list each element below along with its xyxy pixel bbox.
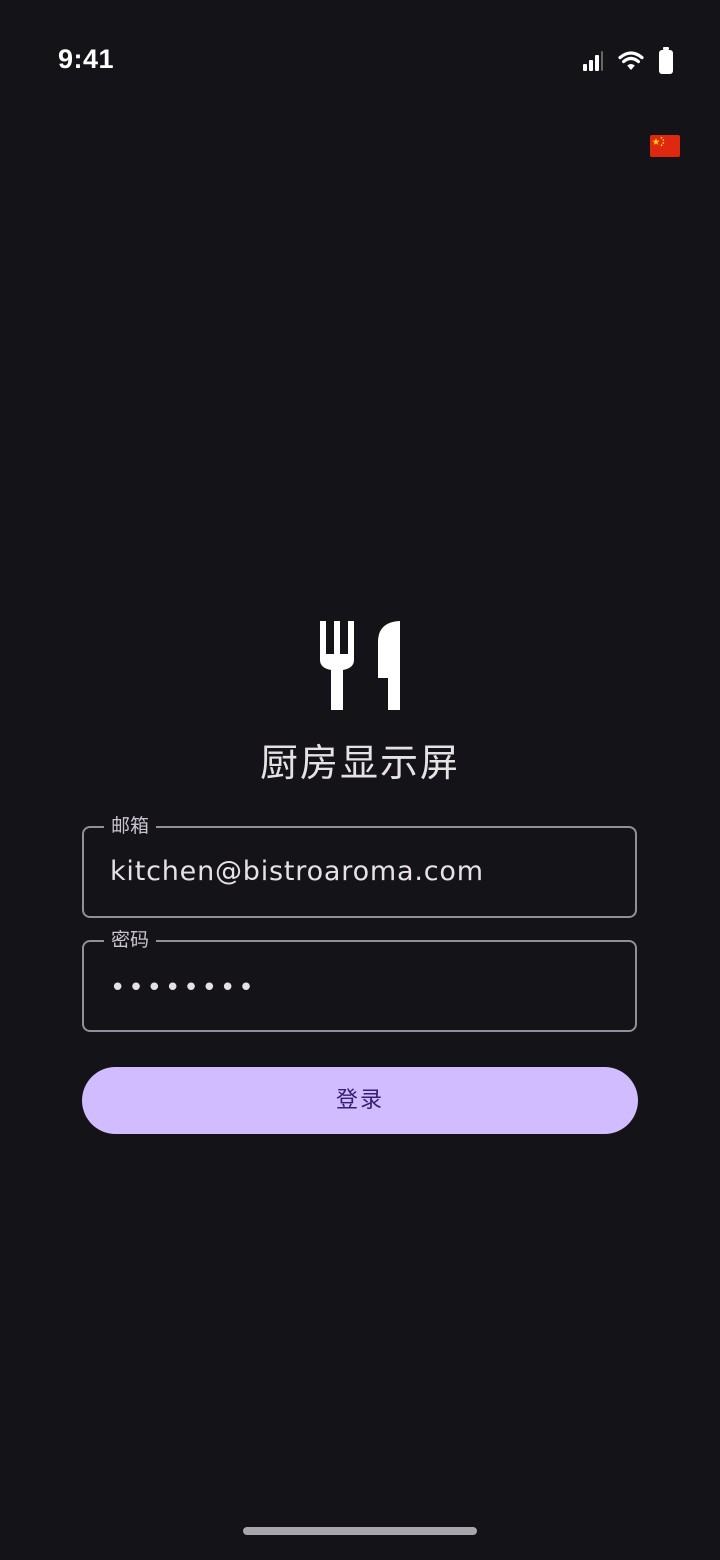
status-time: 9:41: [58, 44, 115, 74]
login-screen: 9:41 厨房显示屏 邮箱 kitchen@bistroaroma.com 密码…: [0, 0, 720, 1560]
status-icons: [582, 46, 674, 76]
battery-icon: [658, 47, 674, 75]
status-bar: 9:41: [0, 0, 720, 120]
cellular-signal-icon: [582, 50, 604, 72]
fork-knife-icon: [316, 618, 404, 712]
login-button[interactable]: 登录: [82, 1067, 638, 1134]
wifi-icon: [618, 50, 644, 72]
password-input[interactable]: ••••••••: [110, 942, 257, 1030]
app-title: 厨房显示屏: [259, 741, 460, 785]
email-field[interactable]: 邮箱 kitchen@bistroaroma.com: [82, 814, 637, 918]
email-input[interactable]: kitchen@bistroaroma.com: [110, 828, 484, 916]
password-field[interactable]: 密码 ••••••••: [82, 928, 637, 1032]
china-flag-icon: [650, 134, 680, 158]
language-selector-button[interactable]: [650, 134, 680, 158]
home-indicator[interactable]: [243, 1527, 477, 1535]
